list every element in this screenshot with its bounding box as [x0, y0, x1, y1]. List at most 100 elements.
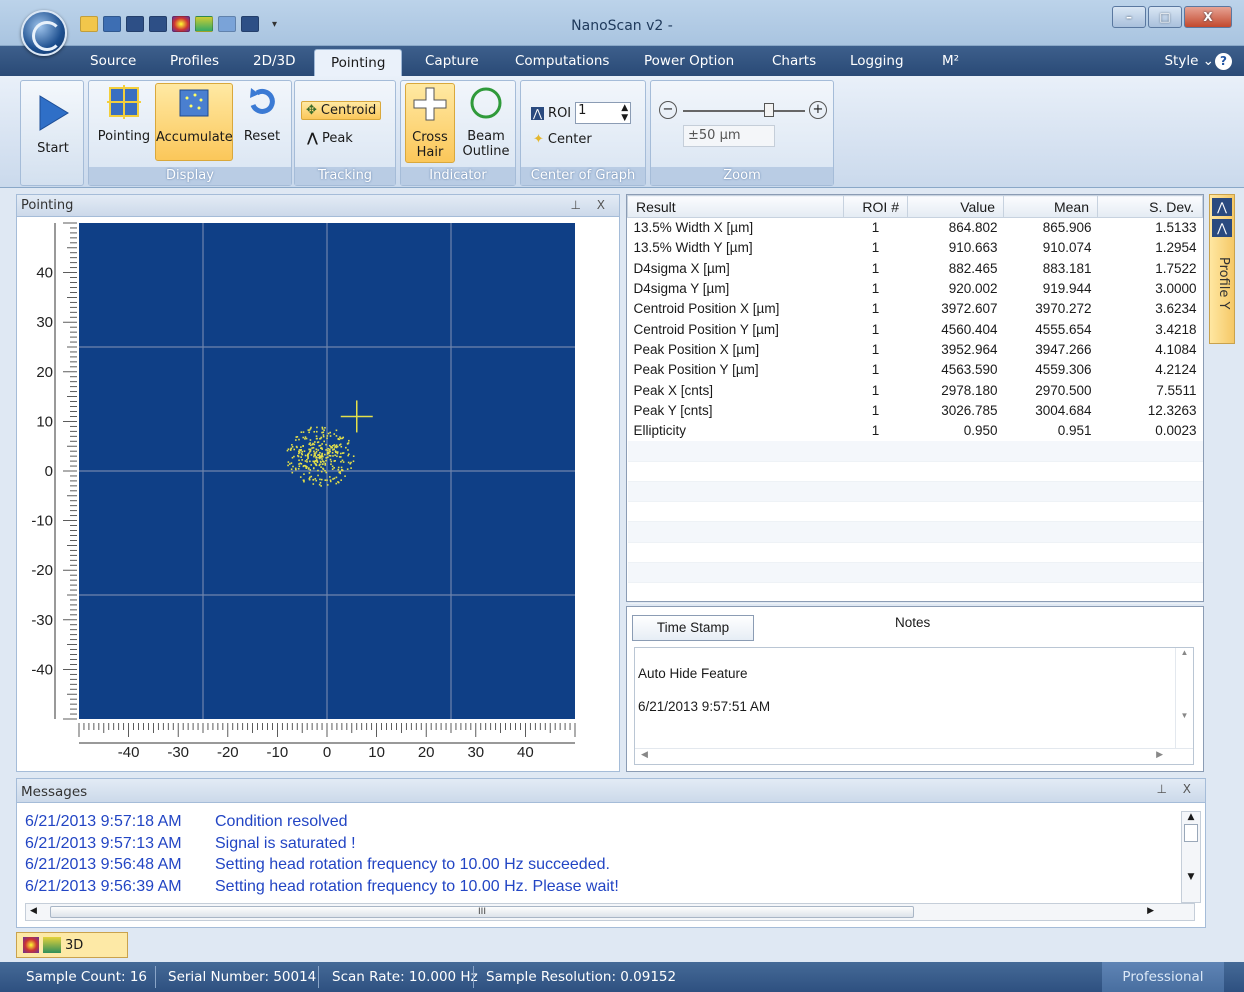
- results-row[interactable]: Peak Position X [µm] 1 3952.964 3947.266 4.1…: [628, 339, 1203, 359]
- maximize-button[interactable]: □: [1148, 6, 1182, 28]
- message-text: Setting head rotation frequency to 10.00…: [215, 856, 610, 873]
- center-button[interactable]: ✦ Center: [529, 131, 596, 148]
- time-stamp-button[interactable]: Time Stamp: [632, 615, 754, 641]
- empty-cell: [1097, 440, 1203, 462]
- notes-horizontal-scrollbar[interactable]: ◀ ▶: [635, 748, 1193, 764]
- results-row[interactable]: Centroid Position Y [µm] 1 4560.404 4555.65…: [628, 319, 1203, 339]
- zoom-slider-thumb[interactable]: [763, 103, 774, 117]
- messages-vertical-scrollbar[interactable]: ▲ ▼: [1181, 811, 1201, 903]
- tab-m2[interactable]: M²: [942, 53, 959, 69]
- profile-side-tab[interactable]: ⋀ ⋀ Profile Y: [1209, 194, 1235, 344]
- header-result[interactable]: Result: [627, 195, 844, 218]
- results-row[interactable]: 13.5% Width Y [µm] 1 910.663 910.074 1.2954: [628, 238, 1203, 258]
- profile-y-icon[interactable]: ⋀: [1212, 219, 1232, 237]
- beam-2d-icon[interactable]: [23, 937, 39, 953]
- view-3d-label[interactable]: 3D: [65, 938, 83, 953]
- header-roi[interactable]: ROI #: [843, 195, 908, 218]
- scroll-thumb[interactable]: [1184, 824, 1198, 842]
- tab-charts[interactable]: Charts: [772, 53, 816, 69]
- pointing-sample-point: [287, 461, 290, 463]
- cell-mean: 2970.500: [1035, 382, 1092, 398]
- pointing-sample-point: [346, 468, 349, 470]
- profile-x-icon[interactable]: ⋀: [1212, 198, 1232, 216]
- message-row[interactable]: 6/21/2013 9:56:39 AM Setting head rotatio…: [25, 876, 619, 898]
- peak-button[interactable]: ⋀ Peak: [303, 130, 357, 147]
- close-icon[interactable]: X: [1183, 782, 1197, 796]
- zoom-slider[interactable]: [683, 103, 805, 117]
- pointing-sample-point: [304, 436, 307, 438]
- results-row[interactable]: 13.5% Width X [µm] 1 864.802 865.906 1.5133: [628, 218, 1203, 238]
- horizontal-scroll-thumb[interactable]: III: [50, 906, 914, 918]
- beam-outline-button[interactable]: Beam Outline: [459, 85, 513, 159]
- results-row[interactable]: D4sigma X [µm] 1 882.465 883.181 1.7522: [628, 258, 1203, 278]
- zoom-value-field[interactable]: ±50 μm: [683, 125, 775, 147]
- results-row[interactable]: Peak Y [cnts] 1 3026.785 3004.684 12.3263: [628, 400, 1203, 420]
- accumulate-button[interactable]: Accumulate: [155, 83, 233, 161]
- reset-button[interactable]: Reset: [237, 85, 287, 144]
- pointing-sample-point: [332, 478, 334, 480]
- pointing-plot[interactable]: -40 -30 -20 -10 0 10 20 30 40 40 30 20 10 0 -10 -20 -30 -…: [17, 217, 619, 771]
- message-row[interactable]: 6/21/2013 9:56:48 AM Setting head rotatio…: [25, 854, 619, 876]
- y-tick-label: -10: [31, 513, 53, 530]
- tab-source[interactable]: Source: [90, 53, 136, 69]
- header-mean[interactable]: Mean: [1003, 195, 1098, 218]
- tab-2d3d[interactable]: 2D/3D: [253, 53, 296, 69]
- tab-capture[interactable]: Capture: [425, 53, 479, 69]
- results-row[interactable]: D4sigma Y [µm] 1 920.002 919.944 3.0000: [628, 278, 1203, 298]
- results-row[interactable]: Centroid Position X [µm] 1 3972.607 3970.27…: [628, 299, 1203, 319]
- cross-hair-button[interactable]: Cross Hair: [405, 83, 455, 163]
- results-row[interactable]: Peak Position Y [µm] 1 4563.590 4559.306 4.2…: [628, 360, 1203, 380]
- minimize-button[interactable]: –: [1112, 6, 1146, 28]
- app-menu-button[interactable]: [21, 10, 67, 56]
- messages-horizontal-scrollbar[interactable]: ◀ III ▶: [25, 903, 1195, 921]
- cell-mean: 3947.266: [1035, 341, 1092, 357]
- header-sdev[interactable]: S. Dev.: [1097, 195, 1203, 218]
- style-dropdown[interactable]: Style ⌄: [1164, 53, 1214, 69]
- close-icon[interactable]: X: [597, 198, 611, 212]
- pin-icon[interactable]: ⊥: [570, 198, 586, 212]
- zoom-out-icon[interactable]: −: [659, 101, 677, 119]
- tab-computations[interactable]: Computations: [515, 53, 609, 69]
- scroll-right-icon[interactable]: ▶: [1156, 749, 1163, 760]
- scroll-up-icon[interactable]: ▲: [1182, 812, 1200, 822]
- pointing-sample-point: [338, 471, 341, 474]
- tab-power-option[interactable]: Power Option: [644, 53, 734, 69]
- header-value[interactable]: Value: [907, 195, 1004, 218]
- start-button[interactable]: Start: [27, 93, 79, 156]
- pointing-sample-point: [339, 436, 341, 438]
- cell-result: Centroid Position Y [µm]: [633, 321, 779, 337]
- tab-profiles[interactable]: Profiles: [170, 53, 219, 69]
- help-icon[interactable]: ?: [1215, 53, 1232, 70]
- tracking-group: ✥ Centroid ⋀ Peak Tracking: [294, 80, 396, 186]
- tab-pointing[interactable]: Pointing: [314, 49, 403, 76]
- pin-icon[interactable]: ⊥: [1156, 782, 1172, 796]
- scroll-left-icon[interactable]: ◀: [641, 749, 648, 760]
- message-row[interactable]: 6/21/2013 9:57:13 AM Signal is saturated …: [25, 833, 619, 855]
- scroll-left-icon[interactable]: ◀: [30, 906, 37, 916]
- pointing-sample-point: [335, 429, 338, 432]
- pointing-button[interactable]: Pointing: [94, 85, 154, 144]
- zoom-in-icon[interactable]: +: [809, 101, 827, 119]
- scroll-right-icon[interactable]: ▶: [1147, 906, 1154, 916]
- messages-list[interactable]: 6/21/2013 9:57:18 AM Condition resolved 6/…: [25, 811, 619, 897]
- pointing-sample-point: [325, 457, 327, 459]
- centroid-button[interactable]: ✥ Centroid: [301, 101, 382, 120]
- roi-spinner[interactable]: 1 ▲ ▼: [575, 102, 632, 124]
- pointing-sample-point: [319, 451, 321, 454]
- message-row[interactable]: 6/21/2013 9:57:18 AM Condition resolved: [25, 811, 619, 833]
- results-row[interactable]: Peak X [cnts] 1 2978.180 2970.500 7.5511: [628, 380, 1203, 400]
- notes-vertical-scrollbar[interactable]: ▲ ▼: [1175, 648, 1193, 748]
- tab-logging[interactable]: Logging: [850, 53, 904, 69]
- beam-3d-icon[interactable]: [43, 937, 61, 953]
- close-button[interactable]: X: [1184, 6, 1232, 28]
- cell-roi: 1: [871, 260, 880, 276]
- notes-textarea[interactable]: Auto Hide Feature 6/21/2013 9:57:51 AM ▲…: [634, 647, 1194, 765]
- cell-value: 882.465: [948, 260, 998, 276]
- pointing-sample-point: [323, 429, 325, 432]
- spinner-arrows-icon[interactable]: ▲ ▼: [621, 103, 628, 123]
- edition-badge: Professional: [1102, 962, 1224, 992]
- pointing-sample-point: [313, 455, 315, 458]
- scroll-down-icon[interactable]: ▼: [1182, 872, 1200, 882]
- beam-outline-icon: [470, 87, 502, 119]
- results-row[interactable]: Ellipticity 1 0.950 0.951 0.0023: [628, 420, 1203, 440]
